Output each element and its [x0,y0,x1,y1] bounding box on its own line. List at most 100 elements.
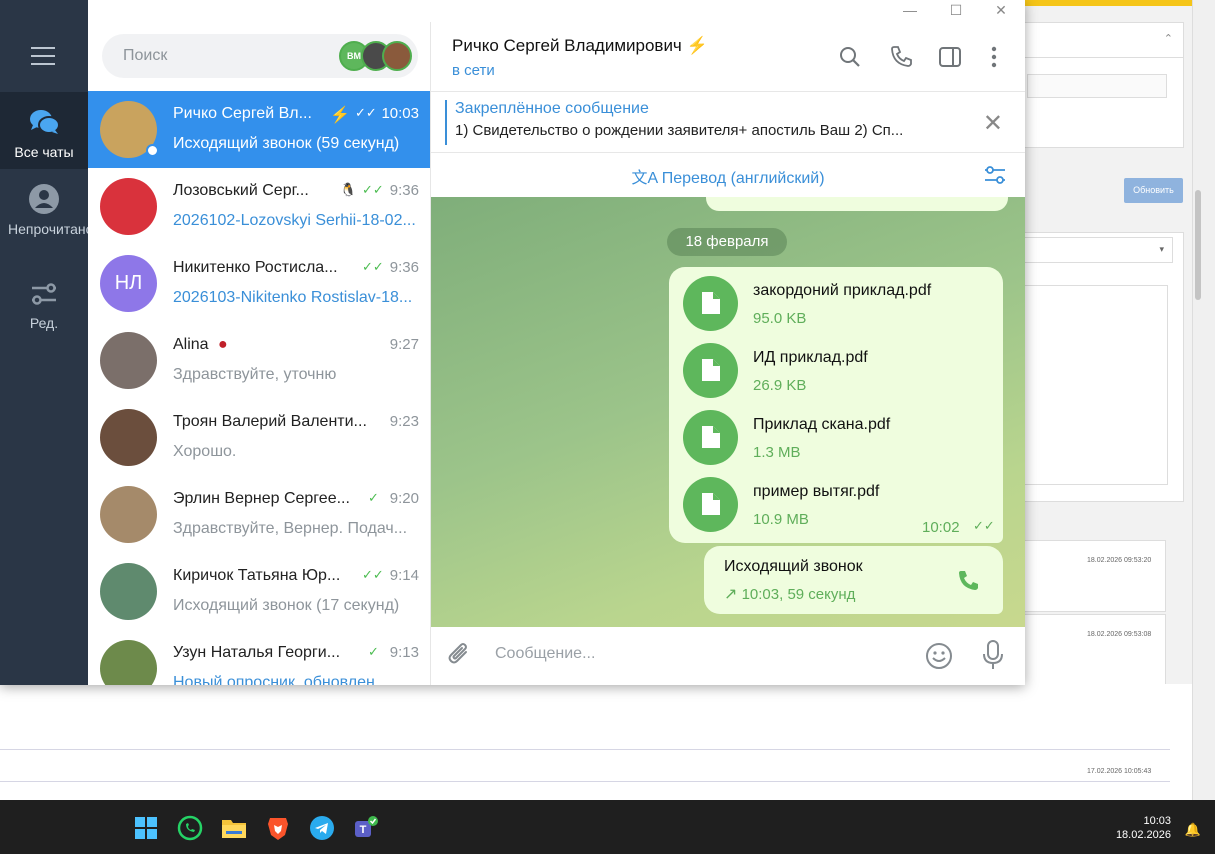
message-area[interactable]: 18 февраля закордоний приклад.pdf 95.0 K… [431,197,1025,627]
chat-time: 9:20 [389,490,419,507]
file-name: закордоний приклад.pdf [753,282,932,299]
chat-header[interactable]: Ричко Сергей Владимирович ⚡ в сети [431,22,1025,92]
file-attachment[interactable]: Приклад скана.pdf 1.3 MB [683,410,983,470]
maximize-icon[interactable]: ☐ [941,0,971,20]
call-message[interactable]: Исходящий звонок ↗ 10:03, 59 секунд [704,546,1003,614]
search-input[interactable]: Поиск ВМ [102,34,418,78]
phone-icon[interactable] [888,44,914,70]
call-detail: ↗ 10:03, 59 секунд [724,584,855,604]
refresh-button[interactable]: Обновить [1124,178,1183,203]
pinned-message[interactable]: Закреплённое сообщение 1) Свидетельство … [431,92,1025,153]
background-scrollbar[interactable] [1192,0,1215,800]
chat-item[interactable]: Эрлин Вернер Сергее... ✓ 9:20 Здравствуй… [88,476,430,553]
outgoing-arrow-icon: ↗ [724,586,738,603]
chat-name: Эрлин Вернер Сергее... [173,490,350,507]
lightning-icon: ⚡ [330,107,350,124]
chat-item[interactable]: Троян Валерий Валенти... 9:23 Хорошо. [88,399,430,476]
phone-icon[interactable] [955,568,981,594]
brave-icon[interactable] [265,815,291,841]
chat-item[interactable]: Ричко Сергей Вл... ⚡ ✓✓ 10:03 Исходящий … [88,91,430,168]
document-icon[interactable] [683,477,738,532]
document-icon[interactable] [683,410,738,465]
avatar [100,332,157,389]
chat-preview: Новый опросник, обновлен [173,674,375,685]
message-input[interactable]: Сообщение... [495,645,595,663]
attach-icon[interactable] [447,642,473,670]
folders-rail: Все чаты Непрочитано Ред. [0,22,94,685]
sidebar-toggle-icon[interactable] [937,44,963,70]
translate-settings-icon[interactable] [983,164,1007,186]
previous-message[interactable] [706,197,1008,211]
chats-icon [30,110,60,134]
folder-unread[interactable]: Непрочитано [0,177,94,257]
notification-bell-icon[interactable]: 🔔 [1185,822,1201,838]
search-icon[interactable] [837,44,863,70]
chat-title: Ричко Сергей Владимирович ⚡ [452,36,708,56]
date-separator: 18 февраля [667,228,787,256]
divider [0,749,1170,750]
files-message[interactable]: закордоний приклад.pdf 95.0 KB ИД прикла… [669,267,1003,543]
background-panel-header: ⌃ [1022,22,1184,58]
microphone-icon[interactable] [981,639,1005,671]
double-check-icon: ✓✓ [973,518,995,533]
chat-preview: Здравствуйте, Вернер. Подач... [173,520,408,537]
document-icon[interactable] [683,276,738,331]
translate-label[interactable]: 文A Перевод (английский) [431,164,1025,188]
clock-date: 18.02.2026 [1115,829,1171,841]
menu-icon[interactable] [31,47,55,71]
more-icon[interactable] [981,44,1007,70]
whatsapp-icon[interactable] [177,815,203,841]
scrollbar-thumb[interactable] [1195,190,1201,300]
file-attachment[interactable]: закордоний приклад.pdf 95.0 KB [683,276,983,336]
message-composer[interactable]: Сообщение... [431,627,1025,685]
chat-item[interactable]: Киричок Татьяна Юр... ✓✓ 9:14 Исходящий … [88,553,430,630]
background-editor[interactable] [1023,285,1168,485]
background-entry-1: 18.02.2026 09:53:20 [1022,540,1166,612]
minimize-icon[interactable]: — [895,0,925,20]
story-avatar[interactable] [382,41,412,71]
background-date-field[interactable] [1027,74,1167,98]
chat-item[interactable]: НЛ Никитенко Ростисла... ✓✓ 9:36 2026103… [88,245,430,322]
entry-timestamp: 18.02.2026 09:53:20 [1087,557,1152,564]
folder-label: Ред. [29,315,59,331]
pinned-text: 1) Свидетельство о рождении заявителя+ а… [455,122,904,139]
teams-icon[interactable]: T [353,815,379,841]
windows-start-icon[interactable] [133,815,159,841]
file-size: 26.9 KB [753,377,807,394]
translate-bar[interactable]: 文A Перевод (английский) [431,153,1025,197]
chat-item[interactable]: Лозовський Серг... 🐧 ✓✓ 9:36 2026102-Loz… [88,168,430,245]
avatar [100,563,157,620]
background-select[interactable]: ▾ [1023,237,1173,263]
message-time: 10:02 [922,519,960,536]
folder-all-chats[interactable]: Все чаты [0,92,88,169]
chat-time: 9:14 [389,567,419,584]
document-icon[interactable] [683,343,738,398]
call-detail-text: 10:03, 59 секунд [741,586,856,603]
background-panel [1022,58,1184,148]
avatar [100,640,157,685]
file-size: 95.0 KB [753,310,807,327]
chat-item[interactable]: Узун Наталья Георги... ✓ 9:13 Новый опро… [88,630,430,685]
chat-title-text: Ричко Сергей Владимирович [452,36,682,55]
chevron-up-icon[interactable]: ⌃ [1164,32,1173,45]
folder-edit[interactable]: Ред. [0,277,88,337]
svg-text:T: T [360,824,367,836]
translate-icon: 文A [631,170,658,187]
folder-label: Непрочитано [8,221,94,237]
window-titlebar: — ☐ ✕ [431,0,1025,22]
chat-item[interactable]: Alina ● 9:27 Здравствуйте, уточню [88,322,430,399]
chat-preview: 2026102-Lozovskyi Serhii-18-02... [173,212,416,229]
file-name: Приклад скана.pdf [753,416,891,433]
filters-icon [32,283,56,305]
chat-name: Никитенко Ростисла... [173,259,338,276]
file-explorer-icon[interactable] [221,815,247,841]
double-check-icon: ✓✓ [362,567,384,582]
file-attachment[interactable]: ИД приклад.pdf 26.9 KB [683,343,983,403]
telegram-icon[interactable] [309,815,335,841]
close-window-icon[interactable]: ✕ [986,0,1016,20]
file-name: пример вытяг.pdf [753,483,880,500]
check-icon: ✓ [368,644,379,659]
system-clock[interactable]: 10:03 18.02.2026 [1116,814,1171,842]
close-icon[interactable]: ✕ [983,109,1003,138]
emoji-icon[interactable] [924,641,954,671]
